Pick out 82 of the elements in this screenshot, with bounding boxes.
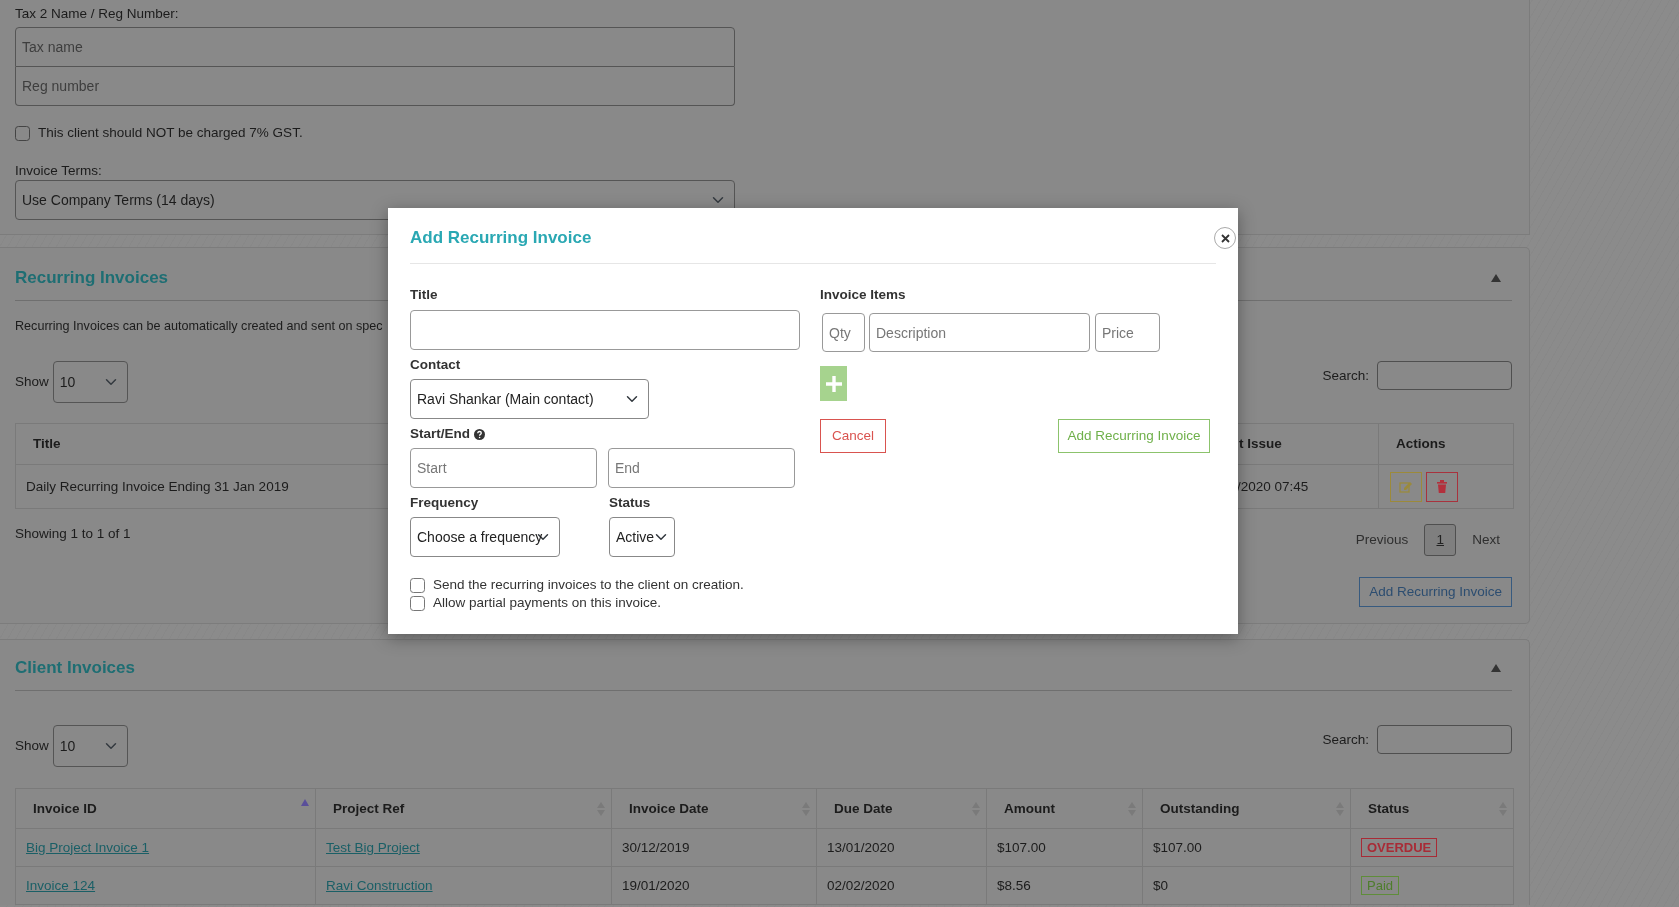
- show-label: Show: [15, 737, 49, 756]
- title-field[interactable]: [410, 310, 800, 350]
- checkbox-label: This client should NOT be charged 7% GST.: [38, 124, 303, 142]
- search-field[interactable]: [1377, 725, 1512, 755]
- sort-ascending-icon[interactable]: [301, 799, 309, 807]
- table-cell: /2020 07:45: [1237, 478, 1309, 494]
- column-header: t Issue: [1239, 436, 1282, 452]
- end-date-field[interactable]: End: [608, 448, 795, 488]
- checkbox[interactable]: [410, 577, 425, 593]
- close-button[interactable]: [1214, 227, 1236, 249]
- search-label: Search:: [1322, 730, 1369, 749]
- add-recurring-invoice-button[interactable]: Add Recurring Invoice: [1359, 577, 1512, 608]
- description-field[interactable]: Description: [869, 313, 1090, 352]
- field-label: Tax 2 Name / Reg Number:: [15, 5, 180, 23]
- close-icon: [1220, 233, 1230, 243]
- field-label: Start/End: [410, 425, 470, 443]
- column-header: Invoice ID: [33, 800, 97, 816]
- invoice-link[interactable]: Invoice 124: [26, 877, 96, 893]
- table-cell: Daily Recurring Invoice Ending 31 Jan 2019: [26, 478, 289, 494]
- field-label: Title: [410, 286, 439, 304]
- field-label: Invoice Items: [820, 286, 907, 304]
- invoice-link[interactable]: Big Project Invoice 1: [26, 839, 150, 855]
- frequency-select[interactable]: Choose a frequency: [410, 517, 560, 557]
- page-size-select[interactable]: 10: [52, 361, 128, 404]
- table-cell: $0: [1153, 877, 1169, 893]
- start-date-field[interactable]: Start: [410, 448, 597, 488]
- next-link[interactable]: Next: [1472, 530, 1500, 551]
- table-cell: 19/01/2020: [622, 877, 690, 893]
- table-cell: 13/01/2020: [827, 839, 895, 855]
- column-header: Invoice Date: [629, 800, 709, 816]
- column-header: Due Date: [834, 800, 893, 816]
- table-summary: Showing 1 to 1 of 1: [15, 525, 131, 544]
- column-header: Actions: [1396, 436, 1446, 452]
- table-cell: $8.56: [997, 877, 1031, 893]
- status-badge: OVERDUE: [1361, 837, 1438, 857]
- collapse-icon[interactable]: [1491, 274, 1501, 282]
- section-description: Recurring Invoices can be automatically created and sent on spec: [15, 318, 383, 335]
- field-label: Contact: [410, 356, 462, 374]
- search-label: Search:: [1322, 366, 1369, 385]
- cancel-button[interactable]: Cancel: [820, 419, 886, 453]
- plus-icon: [825, 375, 842, 392]
- search-field[interactable]: [1377, 361, 1512, 391]
- column-header: Title: [33, 436, 61, 452]
- table-cell: $107.00: [997, 839, 1046, 855]
- pencil-icon: [1399, 480, 1413, 494]
- table-cell: 02/02/2020: [827, 877, 895, 893]
- previous-link[interactable]: Previous: [1355, 530, 1409, 551]
- submit-button[interactable]: Add Recurring Invoice: [1058, 419, 1210, 453]
- project-link[interactable]: Test Big Project: [326, 839, 420, 855]
- field-label: Frequency: [410, 494, 480, 512]
- section-heading: Client Invoices: [15, 657, 135, 680]
- column-header: Outstanding: [1160, 800, 1240, 816]
- price-field[interactable]: Price: [1095, 313, 1160, 352]
- status-select[interactable]: Active: [609, 517, 675, 557]
- reg-number-field[interactable]: Reg number: [15, 67, 735, 106]
- collapse-icon[interactable]: [1491, 664, 1501, 673]
- add-item-button[interactable]: [820, 366, 847, 401]
- table-cell: 30/12/2019: [622, 839, 690, 855]
- delete-button[interactable]: [1426, 471, 1458, 502]
- checkbox-label: Send the recurring invoices to the client on creation.: [433, 576, 744, 594]
- checkbox[interactable]: [410, 595, 425, 611]
- trash-icon: [1436, 480, 1448, 494]
- section-heading: Recurring Invoices: [15, 267, 169, 289]
- page-size-select[interactable]: 10: [52, 725, 128, 768]
- checkbox-label: Allow partial payments on this invoice.: [433, 594, 662, 612]
- edit-button[interactable]: [1390, 471, 1422, 502]
- tax-name-field[interactable]: Tax name: [15, 27, 735, 67]
- show-label: Show: [15, 373, 49, 392]
- help-icon: [474, 428, 485, 440]
- quantity-field[interactable]: Qty: [822, 313, 865, 352]
- column-header: Status: [1368, 800, 1410, 816]
- table-cell: $107.00: [1153, 839, 1202, 855]
- status-badge: Paid: [1361, 875, 1400, 895]
- column-header: Amount: [1004, 800, 1055, 816]
- page-button[interactable]: 1: [1424, 524, 1457, 557]
- field-label: Invoice Terms:: [15, 162, 103, 180]
- contact-select[interactable]: Ravi Shankar (Main contact): [410, 379, 649, 419]
- checkbox[interactable]: [15, 125, 30, 141]
- column-header: Project Ref: [333, 800, 405, 816]
- field-label: Status: [609, 494, 652, 512]
- project-link[interactable]: Ravi Construction: [326, 877, 433, 893]
- dialog-title: Add Recurring Invoice: [410, 227, 593, 249]
